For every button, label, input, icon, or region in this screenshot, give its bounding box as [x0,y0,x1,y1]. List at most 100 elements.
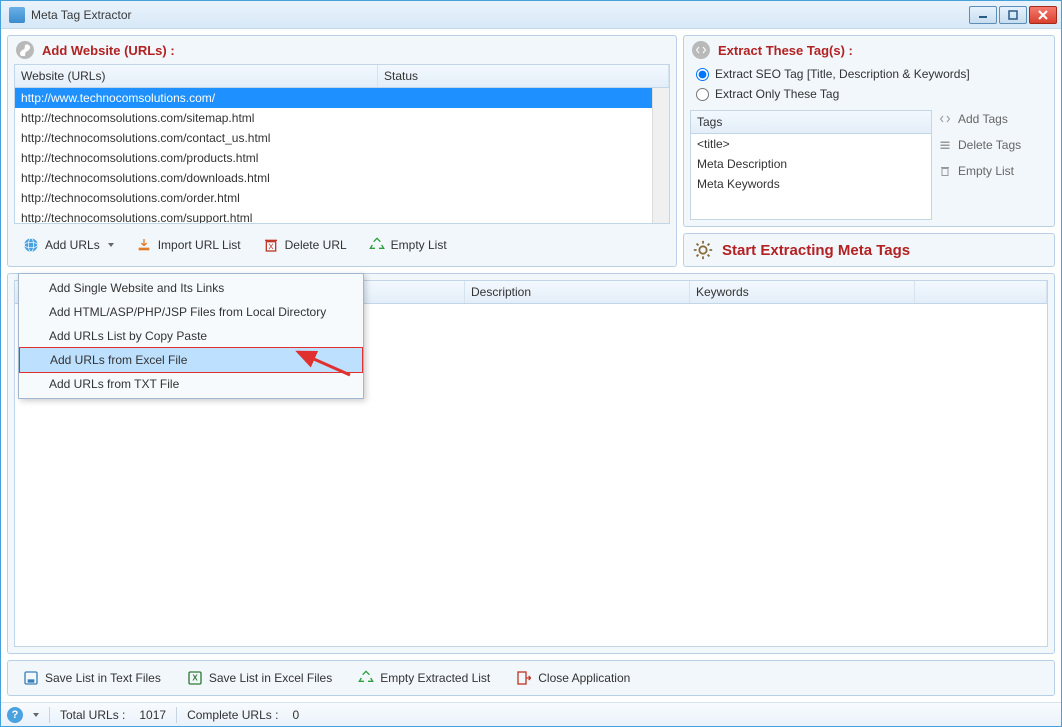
tags-grid[interactable]: Tags <title>Meta DescriptionMeta Keyword… [690,110,932,220]
empty-extracted-label: Empty Extracted List [380,671,490,685]
delete-icon [263,237,279,253]
url-cell: http://www.technocomsolutions.com/ [15,90,378,106]
top-row: Add Website (URLs) : Website (URLs) Stat… [7,35,1055,267]
extract-tags-header: Extract These Tag(s) : [684,36,1054,64]
col-description[interactable]: Description [465,281,690,303]
add-icon [938,112,952,126]
menu-item[interactable]: Add HTML/ASP/PHP/JSP Files from Local Di… [19,300,363,324]
maximize-button[interactable] [999,6,1027,24]
app-window: Meta Tag Extractor Add Website (URLs) : … [0,0,1062,727]
save-excel-button[interactable]: X Save List in Excel Files [178,665,341,691]
url-grid-scrollbar[interactable] [652,88,669,223]
svg-text:X: X [192,674,198,683]
add-website-header: Add Website (URLs) : [8,36,676,64]
add-website-title: Add Website (URLs) : [42,43,175,58]
delete-tags-label: Delete Tags [958,138,1021,152]
titlebar: Meta Tag Extractor [1,1,1061,29]
divider [49,707,50,723]
col-status[interactable]: Status [378,65,669,87]
table-row[interactable]: http://technocomsolutions.com/support.ht… [15,208,669,223]
recycle-icon [358,670,374,686]
url-cell: http://technocomsolutions.com/products.h… [15,150,378,166]
tag-item[interactable]: Meta Description [691,154,931,174]
status-cell [378,110,669,126]
empty-extracted-button[interactable]: Empty Extracted List [349,665,499,691]
start-extracting-label: Start Extracting Meta Tags [722,242,910,259]
url-cell: http://technocomsolutions.com/support.ht… [15,210,378,223]
empty-tags-button[interactable]: Empty List [938,164,1048,178]
url-cell: http://technocomsolutions.com/contact_us… [15,130,378,146]
help-icon[interactable]: ? [7,707,23,723]
radio-seo-tag[interactable]: Extract SEO Tag [Title, Description & Ke… [684,64,1054,84]
close-app-label: Close Application [538,671,630,685]
close-button[interactable] [1029,6,1057,24]
chevron-down-icon [108,243,114,247]
start-extracting-button[interactable]: Start Extracting Meta Tags [683,233,1055,267]
table-row[interactable]: http://technocomsolutions.com/order.html [15,188,669,208]
add-tags-button[interactable]: Add Tags [938,112,1048,126]
menu-item[interactable]: Add URLs from TXT File [19,372,363,396]
url-cell: http://technocomsolutions.com/downloads.… [15,170,378,186]
complete-urls-label: Complete URLs : [187,708,278,722]
url-grid-header: Website (URLs) Status [15,65,669,88]
save-text-icon [23,670,39,686]
close-app-button[interactable]: Close Application [507,665,639,691]
radio-seo-label: Extract SEO Tag [Title, Description & Ke… [715,67,970,81]
add-urls-label: Add URLs [45,238,100,252]
divider [176,707,177,723]
tag-item[interactable]: <title> [691,134,931,154]
minimize-button[interactable] [969,6,997,24]
right-stack: Extract These Tag(s) : Extract SEO Tag [… [683,35,1055,267]
radio-only-input[interactable] [696,88,709,101]
menu-item[interactable]: Add URLs List by Copy Paste [19,324,363,348]
complete-urls-value: 0 [292,708,299,722]
url-cell: http://technocomsolutions.com/sitemap.ht… [15,110,378,126]
tags-area: Tags <title>Meta DescriptionMeta Keyword… [690,110,1048,220]
empty-tags-label: Empty List [958,164,1014,178]
menu-item[interactable]: Add Single Website and Its Links [19,276,363,300]
url-grid: Website (URLs) Status http://www.technoc… [14,64,670,224]
empty-list-button[interactable]: Empty List [360,232,456,258]
col-keywords[interactable]: Keywords [690,281,915,303]
link-icon [16,41,34,59]
window-title: Meta Tag Extractor [31,8,969,22]
status-cell [378,170,669,186]
table-row[interactable]: http://technocomsolutions.com/products.h… [15,148,669,168]
exit-icon [516,670,532,686]
window-controls [969,6,1057,24]
empty-list-label: Empty List [391,238,447,252]
table-row[interactable]: http://technocomsolutions.com/sitemap.ht… [15,108,669,128]
app-icon [9,7,25,23]
col-spacer [915,281,1047,303]
gear-icon [692,239,714,261]
save-text-button[interactable]: Save List in Text Files [14,665,170,691]
recycle-icon [369,237,385,253]
menu-item[interactable]: Add URLs from Excel File [19,347,363,373]
table-row[interactable]: http://technocomsolutions.com/contact_us… [15,128,669,148]
tags-buttons: Add Tags Delete Tags Empty List [938,110,1048,220]
status-cell [378,150,669,166]
table-row[interactable]: http://technocomsolutions.com/downloads.… [15,168,669,188]
delete-url-button[interactable]: Delete URL [254,232,356,258]
status-cell [378,190,669,206]
delete-url-label: Delete URL [285,238,347,252]
radio-only-label: Extract Only These Tag [715,87,839,101]
radio-seo-input[interactable] [696,68,709,81]
add-urls-button[interactable]: Add URLs [14,232,123,258]
total-urls-label: Total URLs : [60,708,125,722]
extract-tags-title: Extract These Tag(s) : [718,43,853,58]
globe-icon [23,237,39,253]
save-excel-label: Save List in Excel Files [209,671,332,685]
tag-item[interactable]: Meta Keywords [691,174,931,194]
radio-only-these[interactable]: Extract Only These Tag [684,84,1054,104]
url-grid-body[interactable]: http://www.technocomsolutions.com/http:/… [15,88,669,223]
add-tags-label: Add Tags [958,112,1008,126]
table-row[interactable]: http://www.technocomsolutions.com/ [15,88,669,108]
import-icon [136,237,152,253]
delete-tags-button[interactable]: Delete Tags [938,138,1048,152]
chevron-down-icon[interactable] [33,713,39,717]
col-website[interactable]: Website (URLs) [15,65,378,87]
status-cell [378,210,669,223]
url-toolbar: Add URLs Import URL List Delete URL [14,230,670,260]
import-url-list-button[interactable]: Import URL List [127,232,250,258]
